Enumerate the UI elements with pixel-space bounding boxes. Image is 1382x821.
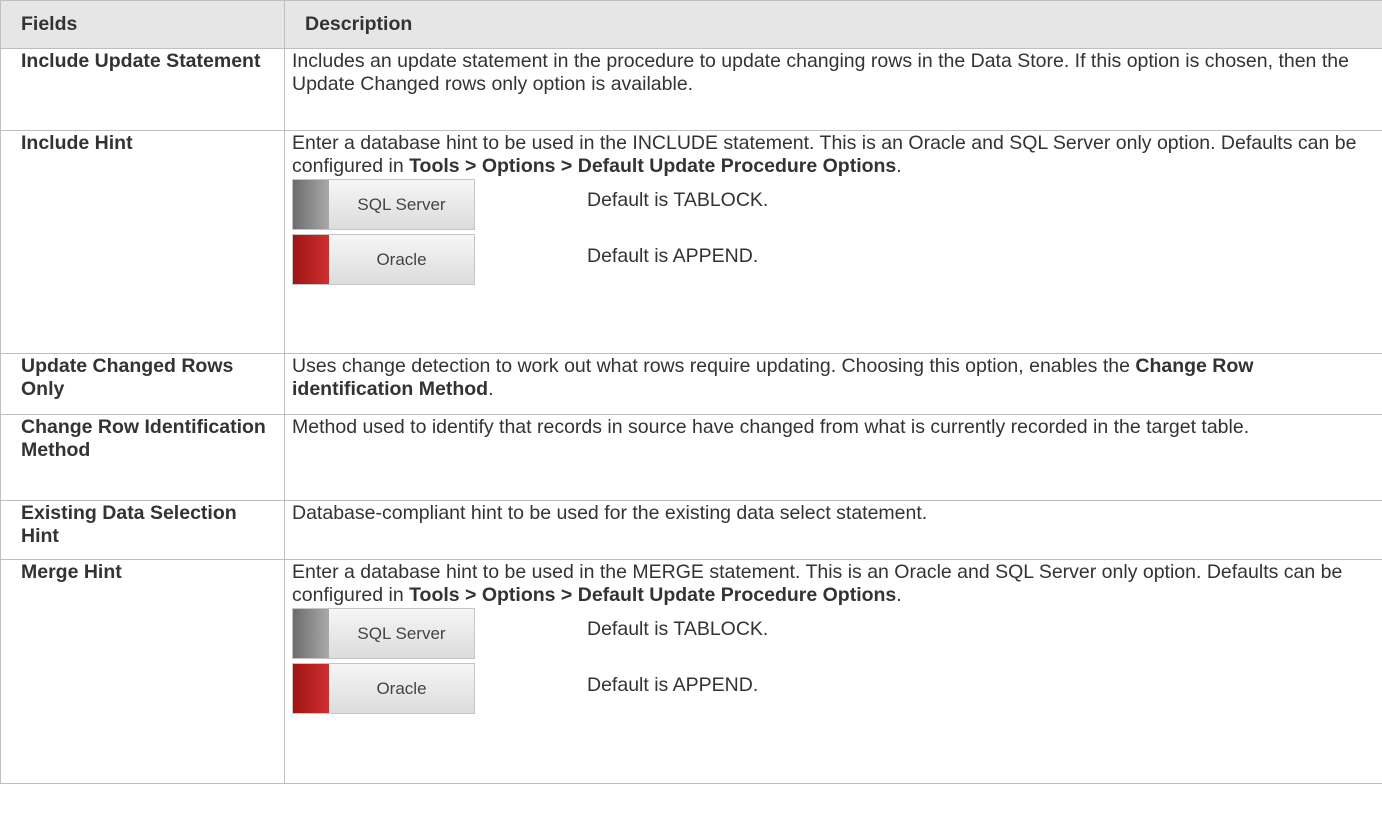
sql-server-badge: SQL Server	[292, 608, 475, 659]
field-name: Change Row Identification Method	[0, 414, 285, 501]
field-name: Include Hint	[0, 130, 285, 354]
database-defaults: SQL Server Default is TABLOCK. Oracle De…	[292, 607, 1375, 721]
database-defaults: SQL Server Default is TABLOCK. Oracle De…	[292, 178, 1375, 292]
sql-server-color-swatch	[293, 609, 329, 658]
oracle-default: Default is APPEND.	[587, 674, 759, 696]
header-row: Fields Description	[0, 0, 1382, 49]
table-row: Merge Hint Enter a database hint to be u…	[0, 559, 1382, 784]
table-row: Include Hint Enter a database hint to be…	[0, 130, 1382, 354]
oracle-badge: Oracle	[292, 234, 475, 285]
description-text-part: .	[896, 155, 902, 177]
oracle-color-swatch	[293, 235, 329, 284]
oracle-label: Oracle	[376, 250, 427, 269]
sql-server-label: SQL Server	[357, 624, 446, 643]
oracle-default: Default is APPEND.	[587, 245, 759, 267]
field-description: Database-compliant hint to be used for t…	[284, 500, 1382, 560]
field-description: Includes an update statement in the proc…	[284, 48, 1382, 131]
field-name: Include Update Statement	[0, 48, 285, 131]
oracle-badge: Oracle	[292, 663, 475, 714]
table-row: Include Update Statement Includes an upd…	[0, 48, 1382, 131]
table-row: Change Row Identification Method Method …	[0, 414, 1382, 501]
field-name: Merge Hint	[0, 559, 285, 784]
table-row: Existing Data Selection Hint Database-co…	[0, 500, 1382, 560]
fields-header: Fields	[0, 0, 285, 49]
menu-path: Tools > Options > Default Update Procedu…	[409, 584, 897, 606]
field-description: Enter a database hint to be used in the …	[284, 130, 1382, 354]
oracle-label: Oracle	[376, 679, 427, 698]
description-text: Enter a database hint to be used in the …	[292, 132, 1375, 178]
description-text-part: Uses change detection to work out what r…	[292, 355, 1136, 377]
description-text-part: .	[896, 584, 902, 606]
field-description: Method used to identify that records in …	[284, 414, 1382, 501]
field-name: Update Changed Rows Only	[0, 353, 285, 415]
sql-server-default: Default is TABLOCK.	[587, 189, 769, 211]
sql-server-label: SQL Server	[357, 195, 446, 214]
description-text-part: .	[488, 378, 494, 400]
field-description: Enter a database hint to be used in the …	[284, 559, 1382, 784]
field-name: Existing Data Selection Hint	[0, 500, 285, 560]
field-description: Uses change detection to work out what r…	[284, 353, 1382, 415]
description-text: Enter a database hint to be used in the …	[292, 561, 1375, 607]
options-table: Fields Description Include Update Statem…	[0, 0, 1382, 784]
description-header: Description	[284, 0, 1382, 49]
sql-server-color-swatch	[293, 180, 329, 229]
menu-path: Tools > Options > Default Update Procedu…	[409, 155, 897, 177]
sql-server-badge: SQL Server	[292, 179, 475, 230]
sql-server-default: Default is TABLOCK.	[587, 618, 769, 640]
table-row: Update Changed Rows Only Uses change det…	[0, 353, 1382, 415]
oracle-color-swatch	[293, 664, 329, 713]
